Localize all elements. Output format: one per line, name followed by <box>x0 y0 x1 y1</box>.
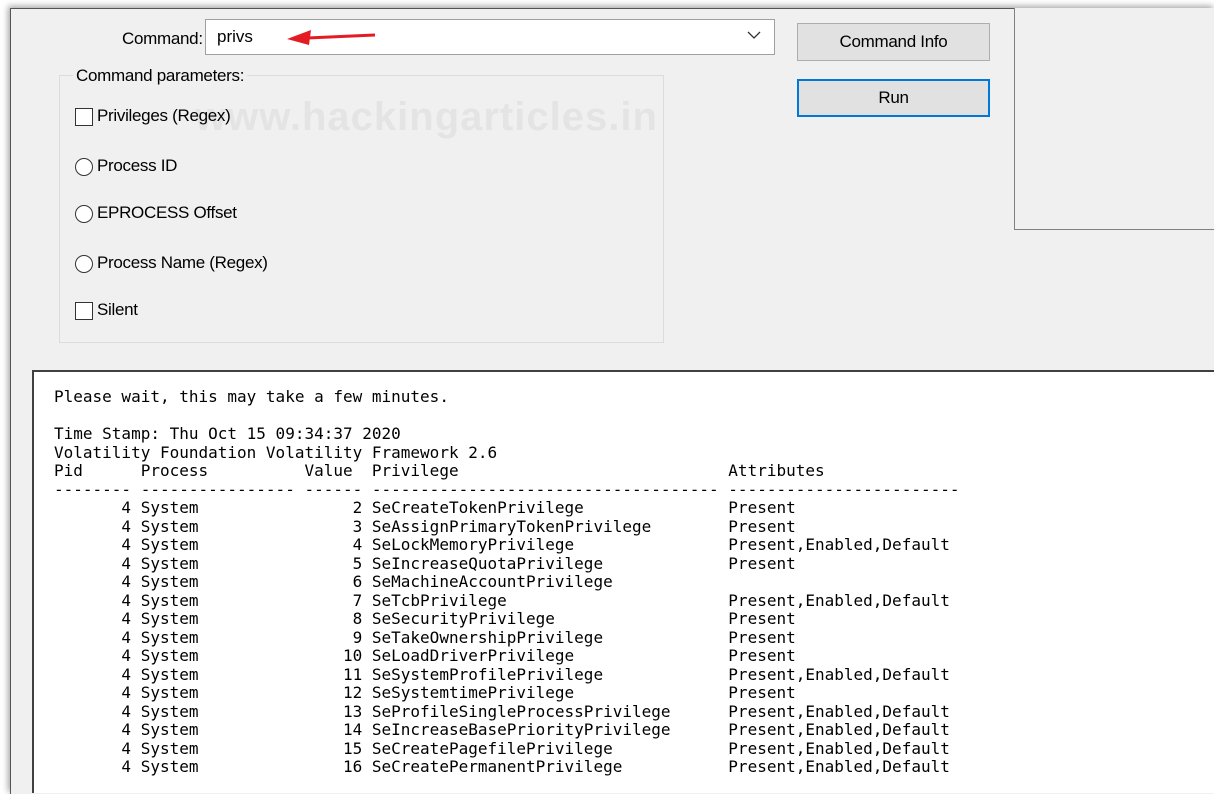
command-parameters-title: Command parameters: <box>73 66 248 86</box>
run-button[interactable]: Run <box>797 79 990 117</box>
info-panel <box>1014 8 1214 230</box>
silent-label: Silent <box>97 300 138 319</box>
eprocess-offset-radio[interactable] <box>75 205 93 223</box>
process-name-radio[interactable] <box>75 255 93 273</box>
output-text: Please wait, this may take a few minutes… <box>54 387 960 776</box>
command-info-button[interactable]: Command Info <box>797 23 990 61</box>
output-textbox[interactable]: Please wait, this may take a few minutes… <box>32 370 1214 793</box>
privileges-checkbox[interactable] <box>75 108 93 126</box>
silent-checkbox[interactable] <box>75 302 93 320</box>
eprocess-offset-label: EPROCESS Offset <box>97 203 237 222</box>
chevron-down-icon[interactable] <box>746 27 762 43</box>
red-arrow-annotation <box>287 30 376 45</box>
watermark: www.hackingarticles.in <box>195 95 658 139</box>
process-id-label: Process ID <box>97 156 178 175</box>
process-name-label: Process Name (Regex) <box>97 253 268 272</box>
process-id-radio[interactable] <box>75 158 93 176</box>
privileges-label: Privileges (Regex) <box>97 106 231 125</box>
command-select-value: privs <box>217 27 253 46</box>
command-label: Command: <box>122 29 203 48</box>
